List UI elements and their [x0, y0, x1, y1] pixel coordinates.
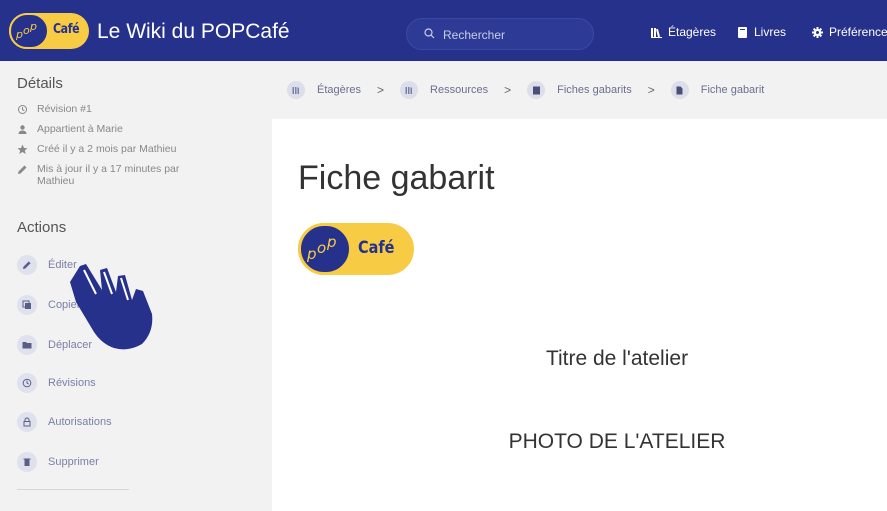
breadcrumb-fiches-gabarits[interactable]: Fiches gabarits	[557, 84, 632, 96]
action-revisions[interactable]: Révisions	[17, 373, 96, 393]
action-revisions-label: Révisions	[48, 377, 96, 389]
sidebar-divider	[17, 489, 129, 490]
logo-text: Café	[358, 238, 395, 258]
detail-revision: Révision #1	[17, 103, 92, 115]
search-icon	[424, 28, 435, 39]
detail-updated: Mis à jour il y a 17 minutes par Mathieu	[17, 163, 217, 187]
page-title: Fiche gabarit	[298, 159, 495, 197]
breadcrumb-separator: >	[647, 83, 655, 97]
breadcrumb-fiche-gabarit[interactable]: Fiche gabarit	[701, 84, 765, 96]
trash-icon	[23, 458, 31, 466]
detail-owner-text[interactable]: Appartient à Marie	[37, 123, 123, 135]
detail-owner: Appartient à Marie	[17, 123, 123, 135]
book-icon	[738, 26, 747, 38]
shelves-icon	[292, 86, 299, 94]
action-delete[interactable]: Supprimer	[17, 452, 99, 472]
nav-livres-label: Livres	[754, 25, 787, 39]
popcafe-logo[interactable]: p o p Café	[9, 13, 89, 49]
action-permissions-label: Autorisations	[48, 416, 112, 428]
breadcrumb-separator: >	[504, 83, 512, 97]
pop-logo-mark: p o p	[298, 223, 352, 275]
nav-etageres[interactable]: Étagères	[651, 25, 716, 39]
atelier-title: Titre de l'atelier	[545, 347, 689, 370]
details-heading: Détails	[17, 75, 63, 92]
history-icon	[22, 378, 32, 388]
detail-updated-text: Mis à jour il y a 17 minutes par Mathieu	[37, 163, 180, 187]
nav-livres[interactable]: Livres	[737, 25, 786, 39]
user-icon	[18, 125, 27, 134]
top-navbar: p o p Café Le Wiki du POPCafé Étagères L…	[0, 0, 887, 61]
atelier-photo-placeholder: PHOTO DE L'ATELIER	[508, 430, 726, 453]
gear-icon	[812, 26, 823, 38]
search-box[interactable]	[406, 18, 594, 50]
svg-text:o: o	[317, 239, 326, 257]
copy-icon	[22, 300, 31, 309]
nav-etageres-label: Étagères	[668, 25, 717, 39]
action-delete-label: Supprimer	[48, 456, 99, 468]
svg-text:p: p	[15, 28, 23, 41]
nav-preferences-label: Préférences	[829, 25, 887, 39]
logo-text: Café	[53, 22, 80, 37]
star-icon	[17, 144, 28, 154]
detail-revision-text: Révision #1	[37, 103, 92, 115]
shelves-icon	[651, 27, 662, 38]
edit-icon	[23, 261, 31, 269]
breadcrumb-etageres[interactable]: Étagères	[317, 84, 361, 96]
pop-logo-mark: p o p	[9, 13, 49, 49]
svg-text:p: p	[326, 234, 337, 251]
svg-text:p: p	[29, 21, 37, 33]
action-permissions[interactable]: Autorisations	[17, 412, 112, 432]
actions-heading: Actions	[17, 219, 67, 236]
detail-created-text: Créé il y a 2 mois par Mathieu	[37, 143, 177, 155]
popcafe-logo-image: p o p Café	[298, 223, 414, 275]
breadcrumb-ressources[interactable]: Ressources	[430, 84, 488, 96]
lock-icon	[23, 417, 31, 427]
page-icon	[676, 86, 683, 94]
shelves-icon	[405, 86, 412, 94]
detail-created: Créé il y a 2 mois par Mathieu	[17, 143, 176, 155]
app-title[interactable]: Le Wiki du POPCafé	[97, 20, 290, 44]
svg-text:p: p	[306, 245, 317, 263]
breadcrumb-separator: >	[377, 83, 385, 97]
svg-text:o: o	[23, 24, 30, 37]
nav-preferences[interactable]: Préférences	[812, 25, 887, 39]
search-input[interactable]	[443, 25, 583, 45]
breadcrumb: Étagères > Ressources > Fiches gabarits …	[287, 79, 764, 101]
hand-pointer-icon	[70, 264, 153, 350]
book-icon	[532, 86, 540, 94]
folder-icon	[22, 342, 32, 349]
page-content: Fiche gabarit p o p Café Titre de l'atel…	[272, 119, 887, 511]
history-icon	[18, 105, 27, 114]
pencil-icon	[18, 165, 27, 174]
